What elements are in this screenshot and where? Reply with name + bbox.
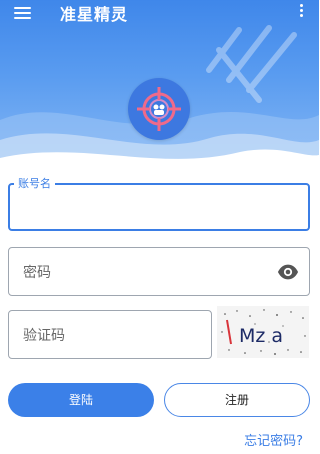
header-banner: 准星精灵 — [0, 0, 319, 170]
captcha-placeholder: 验证码 — [23, 328, 65, 344]
eye-icon[interactable] — [277, 261, 299, 283]
more-options-icon[interactable] — [297, 2, 305, 22]
captcha-text: Mz a — [239, 325, 283, 347]
password-placeholder: 密码 — [23, 265, 51, 281]
app-title: 准星精灵 — [60, 5, 129, 24]
watermark-graphic — [206, 25, 297, 103]
account-input[interactable] — [8, 183, 310, 231]
crosshair-icon — [128, 78, 190, 140]
register-button[interactable]: 注册 — [164, 383, 310, 417]
menu-icon[interactable] — [14, 4, 36, 22]
captcha-input[interactable]: 验证码 — [8, 310, 212, 359]
forgot-password-link[interactable]: 忘记密码? — [244, 430, 303, 449]
account-label: 账号名 — [14, 177, 55, 190]
captcha-image[interactable]: Mz a — [217, 306, 309, 358]
password-input[interactable]: 密码 — [8, 247, 310, 296]
login-button[interactable]: 登陆 — [8, 383, 154, 417]
login-screen: 准星精灵 账号名 密码 验证码 Mz a 登陆 注册 忘记密码? — [0, 0, 319, 454]
